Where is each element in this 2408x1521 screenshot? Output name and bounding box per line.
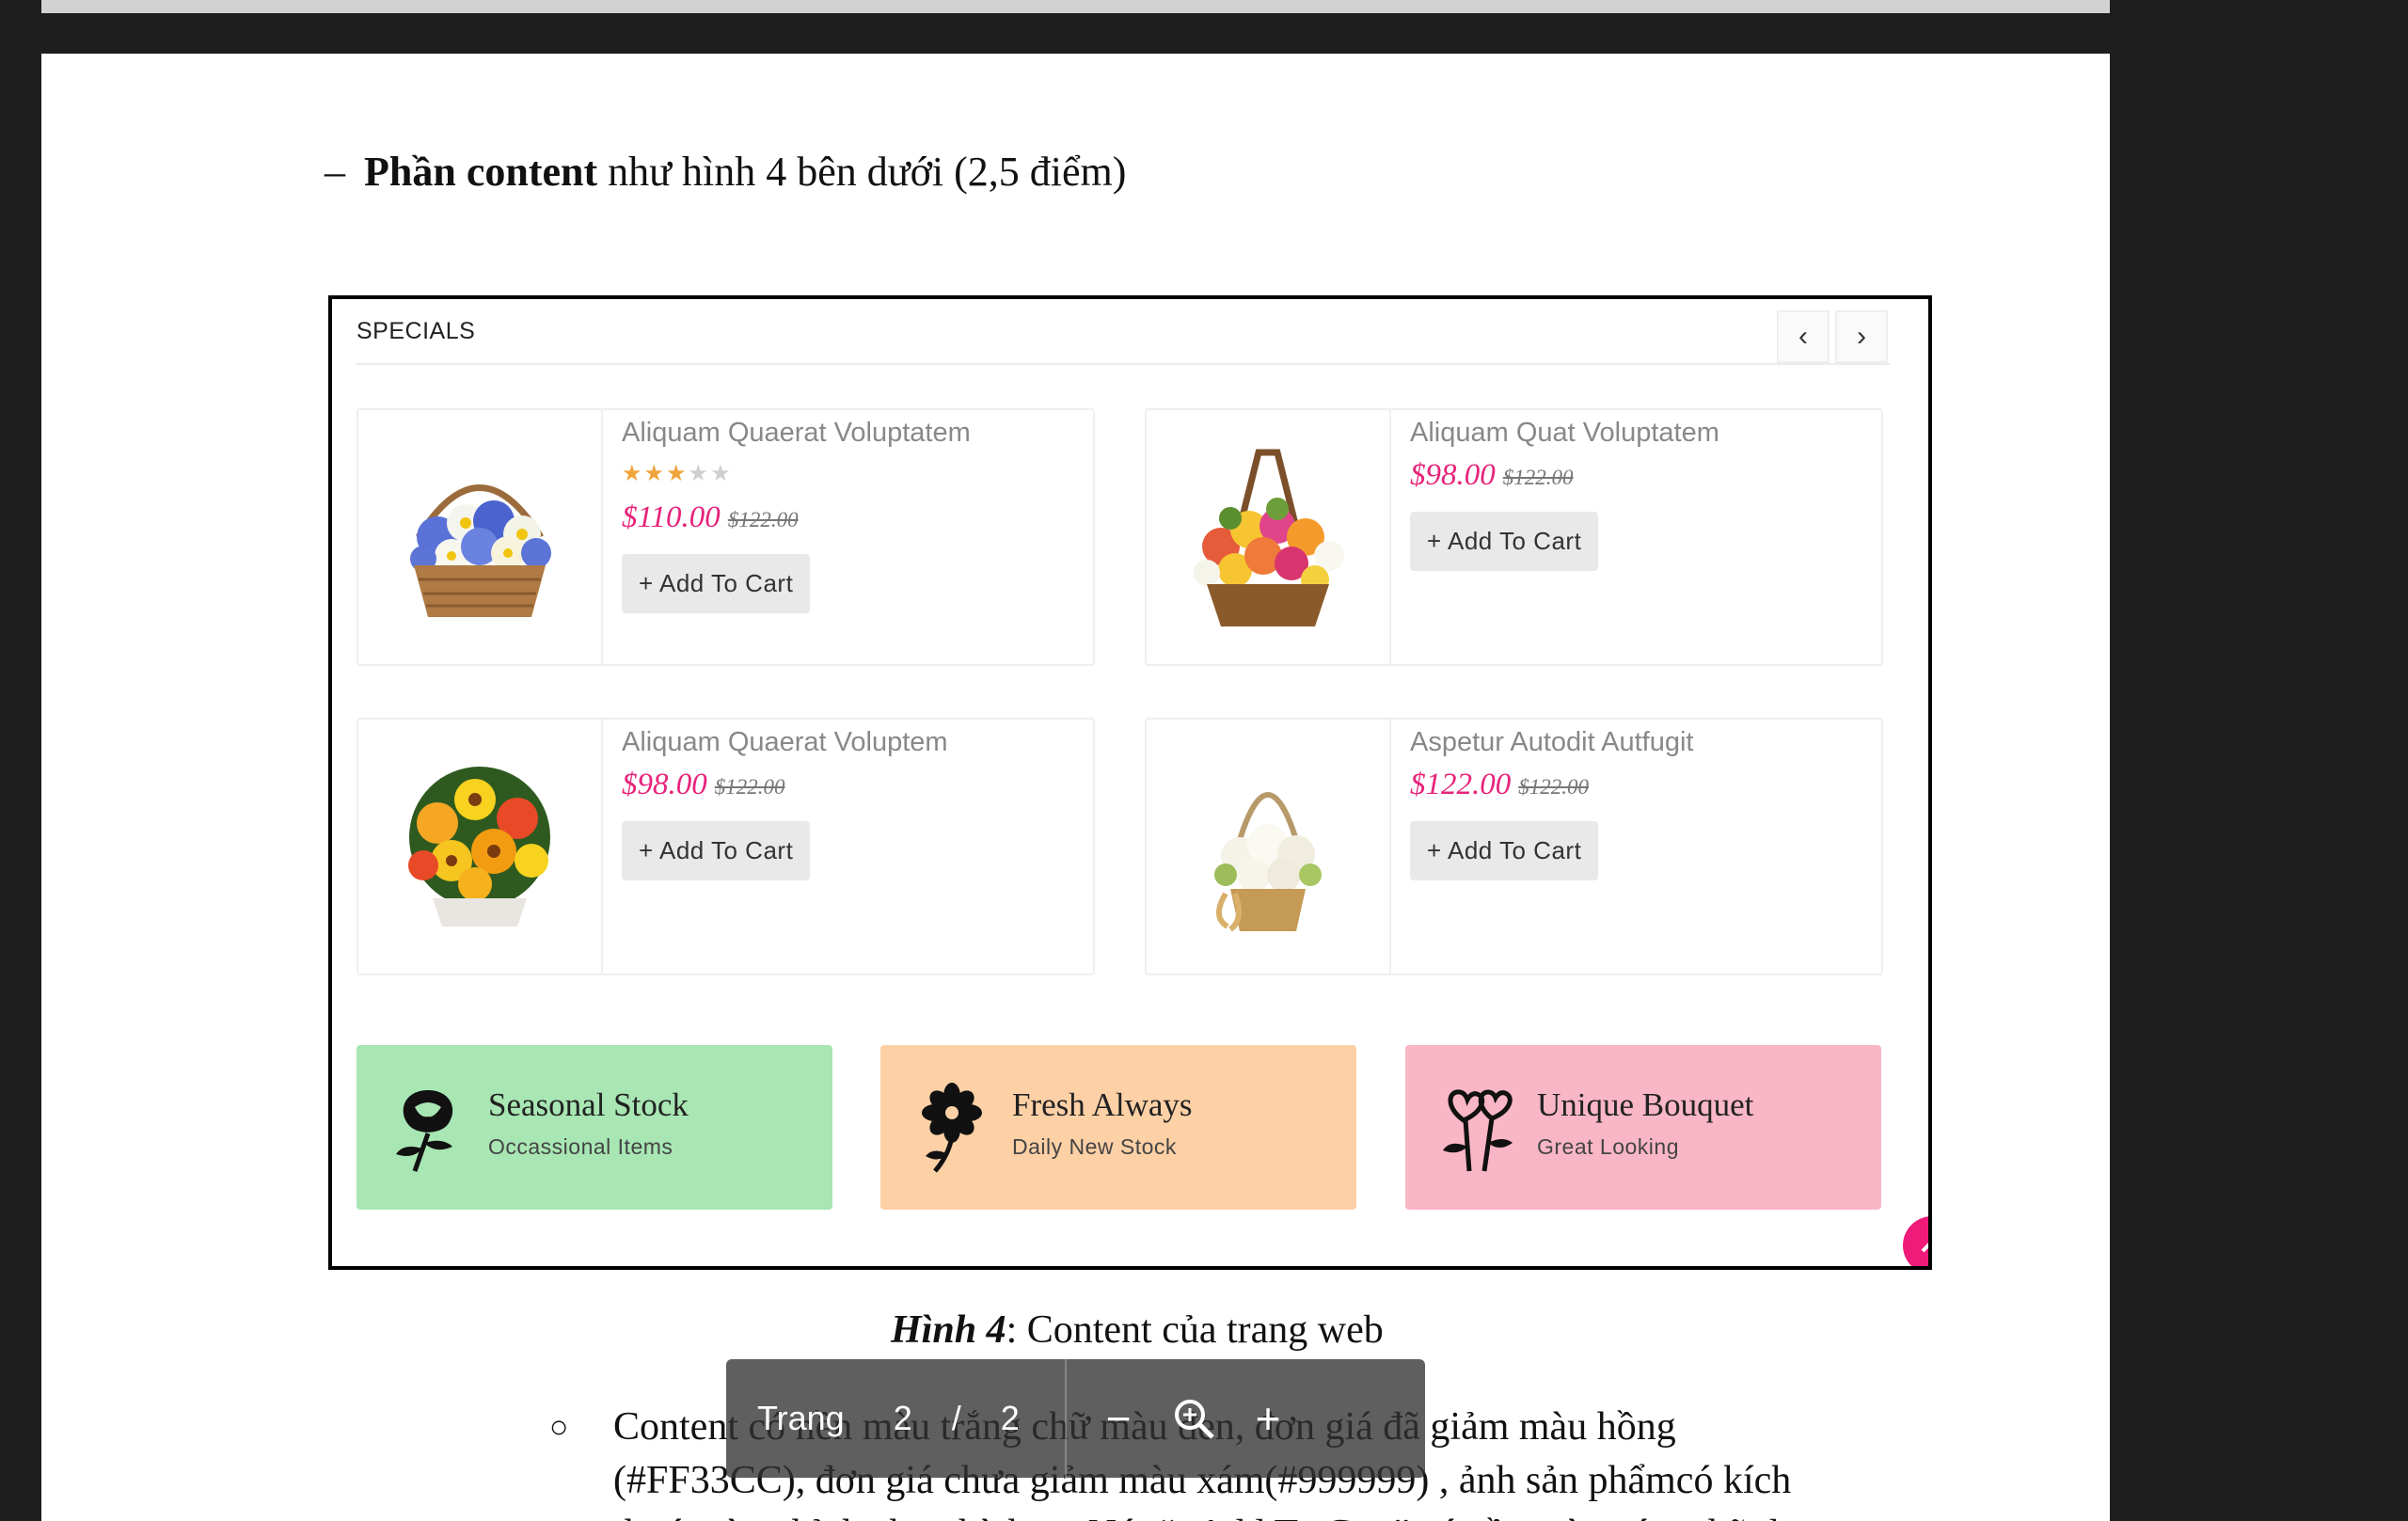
product-info: Aspetur Autodit Autfugit $122.00 $122.00 … bbox=[1410, 727, 1872, 880]
old-price: $122.00 bbox=[1518, 775, 1589, 799]
rating-stars: ★★★★★ bbox=[622, 460, 1084, 487]
page-separator: / bbox=[951, 1399, 961, 1437]
mixed-flower-basket-image bbox=[1194, 449, 1344, 626]
chevron-left-icon: ‹ bbox=[1798, 321, 1808, 352]
chevron-right-icon: › bbox=[1857, 321, 1866, 352]
specials-title: SPECIALS bbox=[356, 318, 476, 344]
add-to-cart-button[interactable]: + Add To Cart bbox=[622, 821, 811, 880]
banner-subtitle: Occassional Items bbox=[488, 1134, 673, 1159]
scroll-to-top-button[interactable] bbox=[1903, 1216, 1928, 1266]
pdf-page-toolbar: Trang 2 / 2 − + bbox=[726, 1359, 1425, 1478]
hearts-icon bbox=[1443, 1089, 1513, 1172]
old-price: $122.00 bbox=[714, 775, 785, 799]
banner-title: Fresh Always bbox=[1012, 1086, 1193, 1123]
heading-rest: như hình 4 bên dưới (2,5 điểm) bbox=[597, 149, 1127, 195]
current-page-input[interactable]: 2 bbox=[894, 1399, 912, 1438]
old-price: $122.00 bbox=[727, 508, 799, 531]
circle-bullet-icon: ○ bbox=[549, 1410, 569, 1445]
sale-price: $98.00 bbox=[1410, 458, 1496, 492]
rose-icon bbox=[396, 1090, 453, 1172]
star-icon: ★ bbox=[666, 461, 689, 486]
banner-subtitle: Daily New Stock bbox=[1012, 1134, 1177, 1159]
banner-unique-bouquet[interactable]: Unique Bouquet Great Looking bbox=[1405, 1045, 1881, 1210]
banner-seasonal-stock[interactable]: Seasonal Stock Occassional Items bbox=[356, 1045, 832, 1210]
figure-4-screenshot: SPECIALS ‹ › Aliquam Quaerat Voluptatem … bbox=[328, 295, 1932, 1270]
section-divider bbox=[356, 363, 1890, 365]
magnifier-icon bbox=[1174, 1400, 1214, 1439]
sale-price: $122.00 bbox=[1410, 768, 1512, 801]
banner-fresh-always[interactable]: Fresh Always Daily New Stock bbox=[880, 1045, 1356, 1210]
old-price: $122.00 bbox=[1502, 466, 1574, 489]
paragraph-line: thước tùy chỉnh cho phù hợp. Nút “+Add T… bbox=[613, 1508, 1970, 1521]
product-info: Aliquam Quaerat Voluptem $98.00 $122.00 +… bbox=[622, 727, 1084, 880]
heading-dash: – bbox=[325, 149, 345, 195]
sale-price: $98.00 bbox=[622, 768, 707, 801]
total-pages: 2 bbox=[1000, 1399, 1020, 1437]
toolbar-divider bbox=[1064, 1359, 1067, 1478]
product-image[interactable] bbox=[1147, 720, 1391, 974]
heading-bold: Phần content bbox=[364, 149, 598, 195]
zoom-in-button[interactable]: + bbox=[1256, 1397, 1281, 1440]
sale-price: $110.00 bbox=[622, 500, 721, 534]
document-page: – Phần content như hình 4 bên dưới (2,5 đ… bbox=[41, 54, 2110, 1521]
product-image[interactable] bbox=[358, 410, 603, 664]
product-image[interactable] bbox=[1147, 410, 1391, 664]
price-row: $98.00 $122.00 bbox=[622, 768, 1084, 802]
price-row: $110.00 $122.00 bbox=[622, 500, 1084, 535]
yellow-flower-basket-image bbox=[408, 767, 550, 927]
product-name[interactable]: Aliquam Quat Voluptatem bbox=[1410, 418, 1872, 449]
product-image[interactable] bbox=[358, 720, 603, 974]
zoom-out-button[interactable]: − bbox=[1106, 1397, 1132, 1440]
carousel-next-button[interactable]: › bbox=[1835, 310, 1888, 363]
flower-icon bbox=[922, 1083, 982, 1173]
product-info: Aliquam Quat Voluptatem $98.00 $122.00 + … bbox=[1410, 418, 1872, 571]
chevron-up-icon bbox=[1921, 1243, 1928, 1253]
section-heading: – Phần content như hình 4 bên dưới (2,5 đ… bbox=[325, 148, 1126, 196]
star-icon: ★ bbox=[622, 461, 644, 486]
blue-flower-basket-image bbox=[410, 484, 551, 617]
product-name[interactable]: Aspetur Autodit Autfugit bbox=[1410, 727, 1872, 758]
price-row: $98.00 $122.00 bbox=[1410, 458, 1872, 493]
product-card: Aspetur Autodit Autfugit $122.00 $122.00 … bbox=[1145, 718, 1883, 975]
banner-subtitle: Great Looking bbox=[1537, 1134, 1679, 1159]
viewer-top-bar bbox=[41, 0, 2110, 13]
caption-text: : Content của trang web bbox=[1006, 1308, 1384, 1352]
banner-title: Unique Bouquet bbox=[1537, 1086, 1754, 1123]
white-flower-basket-image bbox=[1214, 792, 1322, 932]
star-empty-icon: ★ bbox=[688, 461, 711, 486]
page-label: Trang bbox=[757, 1399, 845, 1437]
caption-label: Hình 4 bbox=[891, 1308, 1006, 1352]
fit-zoom-button[interactable] bbox=[1171, 1396, 1216, 1441]
star-icon: ★ bbox=[643, 461, 667, 486]
product-info: Aliquam Quaerat Voluptatem ★★★★★ $110.00… bbox=[622, 418, 1084, 613]
star-empty-icon: ★ bbox=[710, 461, 733, 486]
product-card: Aliquam Quaerat Voluptem $98.00 $122.00 +… bbox=[356, 718, 1095, 975]
product-name[interactable]: Aliquam Quaerat Voluptatem bbox=[622, 418, 1084, 449]
product-card: Aliquam Quaerat Voluptatem ★★★★★ $110.00… bbox=[356, 408, 1095, 666]
add-to-cart-button[interactable]: + Add To Cart bbox=[1410, 512, 1599, 571]
product-name[interactable]: Aliquam Quaerat Voluptem bbox=[622, 727, 1084, 758]
add-to-cart-button[interactable]: + Add To Cart bbox=[1410, 821, 1599, 880]
banner-title: Seasonal Stock bbox=[488, 1086, 689, 1123]
add-to-cart-button[interactable]: + Add To Cart bbox=[622, 554, 811, 613]
figure-caption: Hình 4: Content của trang web bbox=[891, 1307, 1384, 1353]
product-card: Aliquam Quat Voluptatem $98.00 $122.00 + … bbox=[1145, 408, 1883, 666]
price-row: $122.00 $122.00 bbox=[1410, 768, 1872, 802]
carousel-prev-button[interactable]: ‹ bbox=[1777, 310, 1830, 363]
